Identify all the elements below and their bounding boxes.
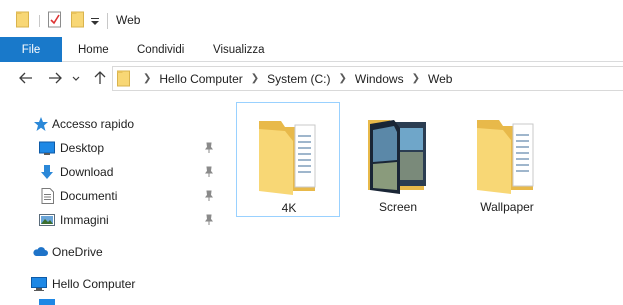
new-folder-icon[interactable] [71,11,85,28]
breadcrumb-system-c[interactable]: System (C:) [267,72,330,86]
sidebar-item-pictures[interactable]: Immagini [0,209,220,231]
desktop-icon [39,141,55,155]
sidebar-item-label: Desktop [60,141,105,155]
folder-label: Wallpaper [480,200,534,214]
folder-tile-screen[interactable]: Screen [346,102,450,217]
computer-icon [31,277,47,291]
folder-icon [259,121,316,195]
folder-icon[interactable] [16,11,30,28]
folder-tile-4k[interactable]: 4K [236,102,340,217]
documents-icon [41,188,54,204]
breadcrumb: ❯ Hello Computer ❯ System (C:) ❯ Windows… [135,67,452,90]
folder-icon [477,120,534,194]
window-title: Web [116,13,141,27]
sidebar-item-quick-access[interactable]: Accesso rapido [0,113,220,135]
tab-share[interactable]: Condividi [137,37,184,62]
sidebar-item-desktop[interactable]: Desktop [0,137,220,159]
download-icon [41,165,53,179]
chevron-right-icon[interactable]: ❯ [143,73,151,84]
sidebar-item-label: OneDrive [52,245,103,259]
sidebar-item-label: Accesso rapido [52,117,135,131]
chevron-right-icon[interactable]: ❯ [251,73,259,84]
sidebar-item-label: Download [60,165,114,179]
breadcrumb-hello-computer[interactable]: Hello Computer [159,72,242,86]
sidebar-item-label: Documenti [60,189,118,203]
cloud-icon [33,247,48,256]
toolbar-separator [39,15,40,27]
pin-icon[interactable] [204,142,214,154]
pin-icon[interactable] [204,214,214,226]
tab-file[interactable]: File [0,37,62,62]
tab-view[interactable]: Visualizza [213,37,265,62]
navigation-bar: ❯ Hello Computer ❯ System (C:) ❯ Windows… [0,63,623,95]
sidebar-item-download[interactable]: Download [0,161,220,183]
folder-icon [117,70,130,87]
pictures-icon [39,214,55,226]
pin-icon[interactable] [204,190,214,202]
customize-toolbar-icon[interactable] [90,11,100,28]
title-separator [107,13,108,29]
recent-locations-icon[interactable] [71,70,81,86]
properties-icon[interactable] [48,11,62,28]
ribbon-tabs: File Home Condividi Visualizza [0,37,623,62]
forward-arrow-icon[interactable] [47,70,63,86]
chevron-right-icon[interactable]: ❯ [412,73,420,84]
address-bar[interactable]: ❯ Hello Computer ❯ System (C:) ❯ Windows… [112,66,623,91]
back-arrow-icon[interactable] [18,70,34,86]
chevron-right-icon[interactable]: ❯ [339,73,347,84]
folder-tile-wallpaper[interactable]: Wallpaper [455,102,559,217]
sidebar-item-onedrive[interactable]: OneDrive [0,241,220,263]
navigation-pane: Accesso rapido Desktop Download Document… [0,95,220,305]
pin-icon[interactable] [204,166,214,178]
star-icon [34,117,48,131]
folder-icon [368,120,426,194]
breadcrumb-windows[interactable]: Windows [355,72,404,86]
tab-home[interactable]: Home [78,37,109,62]
sidebar-item-this-pc[interactable]: Hello Computer [0,273,220,295]
sidebar-item-label: Immagini [60,213,109,227]
folder-label: 4K [281,201,297,215]
sidebar-item-documents[interactable]: Documenti [0,185,220,207]
folder-label: Screen [378,200,418,214]
breadcrumb-web[interactable]: Web [428,72,452,86]
sidebar-item-label: Hello Computer [52,277,136,291]
title-bar: Web [0,0,623,37]
up-arrow-icon[interactable] [92,70,108,86]
desktop-icon [39,299,55,305]
